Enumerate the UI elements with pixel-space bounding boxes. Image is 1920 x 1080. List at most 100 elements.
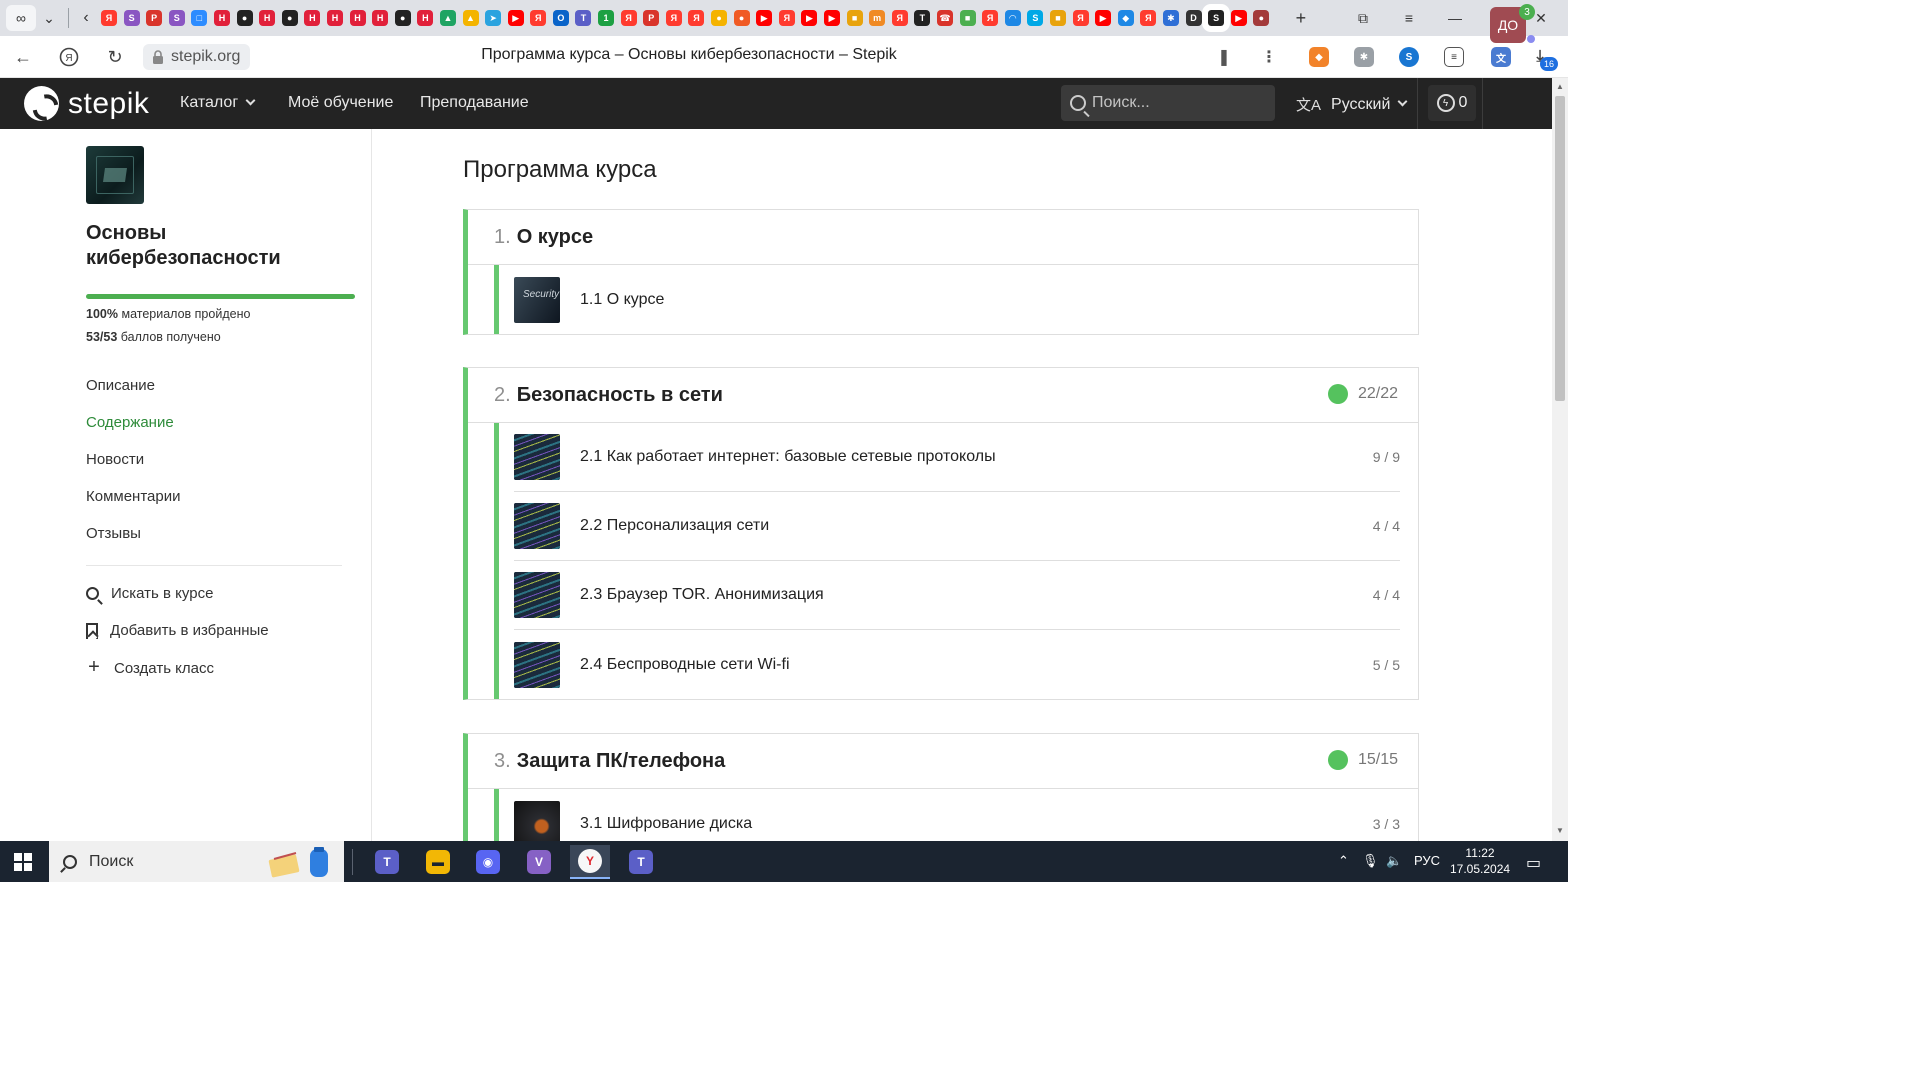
github-icon[interactable]: ● — [394, 10, 411, 26]
lesson-row[interactable]: 2.3 Браузер TOR. Анонимизация 4 / 4 — [514, 561, 1400, 630]
lesson-row[interactable]: 2.4 Беспроводные сети Wi-fi 5 / 5 — [514, 630, 1400, 699]
hh-icon[interactable]: H — [417, 10, 434, 26]
scroll-down-arrow-icon[interactable]: ▼ — [1556, 826, 1564, 835]
teams-icon[interactable]: T — [575, 10, 592, 26]
hh-icon[interactable]: H — [304, 10, 321, 26]
teams-app[interactable]: T — [367, 845, 407, 879]
teams-notify-app[interactable]: T — [621, 845, 661, 879]
grid-icon[interactable]: ■ — [1049, 10, 1066, 26]
yandex-icon[interactable]: Я — [530, 10, 547, 26]
skype-icon[interactable]: S — [1027, 10, 1044, 26]
github-icon[interactable]: ● — [281, 10, 298, 26]
hh-icon[interactable]: H — [326, 10, 343, 26]
dispatch-icon[interactable]: ◆ — [1117, 10, 1134, 26]
windows-start-icon[interactable] — [14, 853, 32, 871]
t-icon[interactable]: T — [914, 10, 931, 26]
sidebar-item-news[interactable]: Новости — [86, 451, 144, 468]
module-header[interactable]: 2. Безопасность в сети 22/22 — [468, 368, 1418, 423]
pdf-icon[interactable]: P — [146, 10, 163, 26]
scrollbar-thumb[interactable] — [1555, 96, 1565, 401]
hh-icon[interactable]: H — [213, 10, 230, 26]
chatgpt-icon[interactable]: ● — [1253, 10, 1270, 26]
grid-icon[interactable]: ■ — [846, 10, 863, 26]
one-icon[interactable]: 1 — [598, 10, 615, 26]
tray-chevron-icon[interactable]: ⌃ — [1338, 853, 1349, 869]
drive-icon[interactable]: ▲ — [462, 10, 479, 26]
create-class-button[interactable]: + Создать класс — [86, 657, 214, 677]
module-header[interactable]: 3. Защита ПК/телефона 15/15 — [468, 734, 1418, 789]
stepik-icon[interactable]: S — [1202, 4, 1231, 32]
search-in-course-button[interactable]: Искать в курсе — [86, 585, 213, 602]
yandex-icon[interactable]: Я — [778, 10, 795, 26]
grid-icon[interactable]: ■ — [959, 10, 976, 26]
course-title[interactable]: Основы кибербезопасности — [86, 221, 356, 271]
outlook-icon[interactable]: O — [552, 10, 569, 26]
lesson-row[interactable]: 2.1 Как работает интернет: базовые сетев… — [514, 423, 1400, 492]
energy-counter[interactable]: ϟ 0 — [1428, 85, 1476, 121]
tab-group-icon[interactable]: ∞ — [6, 5, 36, 31]
tab-scroll-left-icon[interactable]: ‹ — [77, 9, 95, 27]
page-scrollbar[interactable]: ▲ ▼ — [1552, 78, 1568, 841]
yandex-browser-app[interactable]: Y — [570, 845, 610, 879]
nav-catalog[interactable]: Каталог — [180, 94, 256, 112]
metamask-extension-icon[interactable]: ◆ — [1309, 47, 1329, 67]
notifications-icon[interactable]: ▭ — [1526, 853, 1541, 873]
wifi-icon[interactable]: ◠ — [1004, 10, 1021, 26]
notes-extension-icon[interactable]: ≡ — [1444, 47, 1464, 67]
taskbar-search[interactable]: Поиск — [49, 841, 344, 882]
youtube-icon[interactable]: ▶ — [756, 10, 773, 26]
stepik-icon[interactable]: S — [123, 10, 140, 26]
hh-icon[interactable]: H — [349, 10, 366, 26]
phone-icon[interactable]: ☎ — [936, 10, 953, 26]
tab-list-chevron-icon[interactable]: ⌄ — [38, 5, 60, 31]
input-language[interactable]: РУС — [1414, 853, 1440, 868]
yandex-icon[interactable]: Я — [665, 10, 682, 26]
zoom-icon[interactable]: □ — [191, 10, 208, 26]
yandex-icon[interactable]: Я — [1072, 10, 1089, 26]
sidebar-item-description[interactable]: Описание — [86, 377, 155, 394]
extension-puzzle-icon[interactable]: ✱ — [1354, 47, 1374, 67]
bookmarks-panel-icon[interactable]: ⧉ — [1340, 0, 1386, 36]
volume-icon[interactable]: 🔈 — [1386, 853, 1402, 869]
course-cover-image[interactable] — [86, 146, 144, 204]
bookmark-page-icon[interactable]: ❚ — [1214, 47, 1234, 67]
lesson-row[interactable]: 3.1 Шифрование диска 3 / 3 — [514, 789, 1400, 841]
telegram-icon[interactable]: ➤ — [485, 10, 502, 26]
new-tab-plus-icon[interactable]: + — [1290, 7, 1312, 29]
explorer-app[interactable]: ▬ — [418, 845, 458, 879]
yandex-icon[interactable]: Я — [1140, 10, 1157, 26]
system-clock[interactable]: 11:22 17.05.2024 — [1450, 845, 1510, 877]
scroll-up-arrow-icon[interactable]: ▲ — [1556, 82, 1564, 91]
stepik-logo[interactable]: stepik — [24, 86, 149, 121]
translate-extension-icon[interactable]: 文 — [1491, 47, 1511, 67]
nav-teaching[interactable]: Преподавание — [420, 94, 529, 112]
nav-my-learning[interactable]: Моё обучение — [288, 94, 393, 112]
hh-icon[interactable]: H — [259, 10, 276, 26]
lesson-row[interactable]: Security 1.1 О курсе — [514, 265, 1400, 334]
sync-extension-icon[interactable]: S — [1399, 47, 1419, 67]
search-input[interactable] — [1092, 94, 1262, 112]
youtube-icon[interactable]: ▶ — [824, 10, 840, 26]
youtube-icon[interactable]: ▶ — [801, 10, 818, 26]
sidebar-item-comments[interactable]: Комментарии — [86, 488, 180, 505]
yandex-icon[interactable]: Я — [688, 10, 705, 26]
site-search[interactable] — [1061, 85, 1275, 121]
language-selector[interactable]: 文A Русский — [1296, 94, 1408, 115]
yandex-icon[interactable]: Я — [620, 10, 637, 26]
sidebar-item-contents[interactable]: Содержание — [86, 414, 174, 431]
drive-icon[interactable]: ▲ — [439, 10, 456, 26]
lesson-row[interactable]: 2.2 Персонализация сети 4 / 4 — [514, 492, 1400, 561]
visual-studio-app[interactable]: V — [519, 845, 559, 879]
youtube-icon[interactable]: ▶ — [507, 10, 524, 26]
yandex-icon[interactable]: Я — [891, 10, 908, 26]
d-icon[interactable]: D — [1185, 10, 1202, 26]
menu-icon[interactable]: ≡ — [1386, 0, 1432, 36]
youtube-icon[interactable]: ▶ — [1095, 10, 1112, 26]
discord-app[interactable]: ◉ — [468, 845, 508, 879]
module-header[interactable]: 1. О курсе — [468, 210, 1418, 265]
youtube-icon[interactable]: ▶ — [1230, 10, 1247, 26]
minimize-icon[interactable]: — — [1432, 0, 1478, 36]
sidebar-item-reviews[interactable]: Отзывы — [86, 525, 141, 542]
react-icon[interactable]: ✱ — [1162, 10, 1179, 26]
github-icon[interactable]: ● — [236, 10, 253, 26]
